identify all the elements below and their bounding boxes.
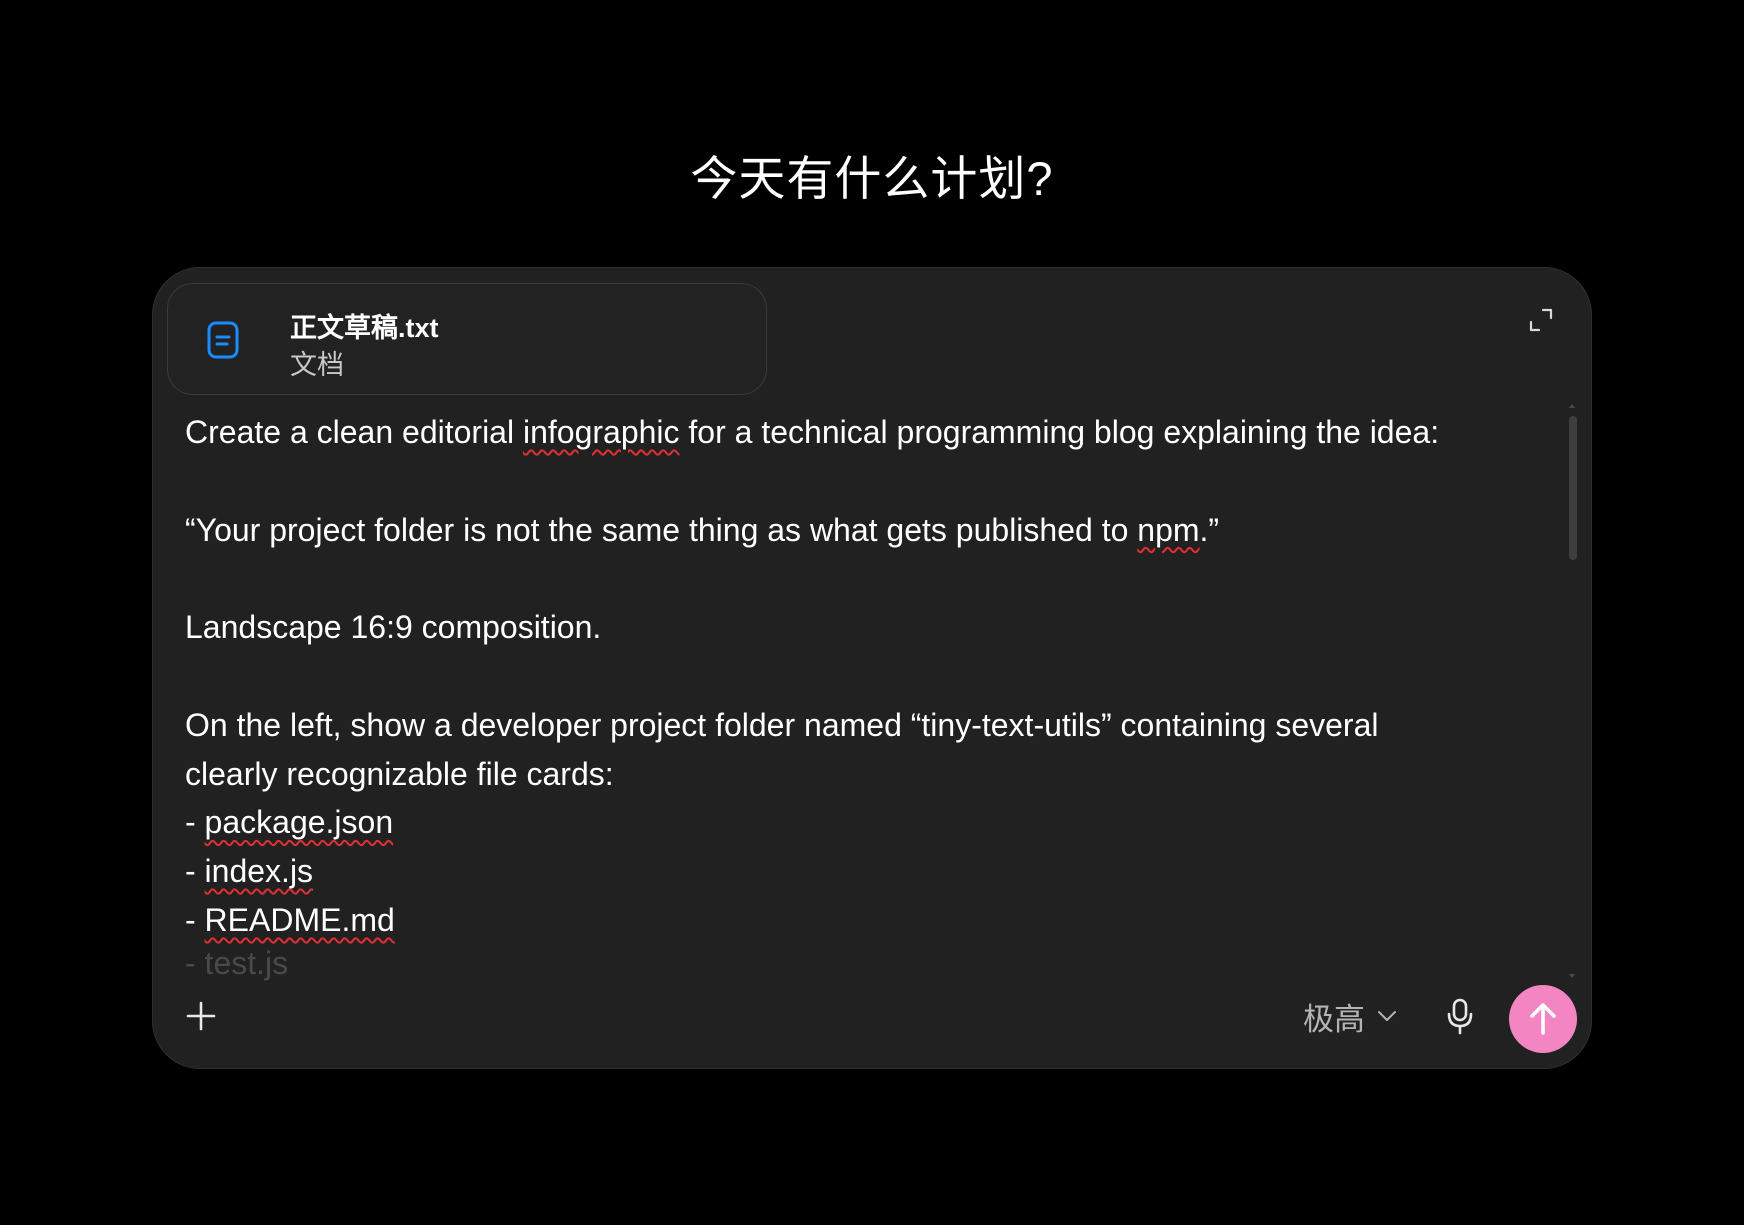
textarea-scrollbar[interactable] [1567, 404, 1577, 978]
prompt-line-text: Create a clean editorial infographic for… [185, 414, 1440, 450]
expand-icon[interactable] [1527, 306, 1555, 334]
prompt-line: Landscape 16:9 composition. [185, 603, 1515, 652]
prompt-line: On the left, show a developer project fo… [185, 701, 1515, 750]
prompt-textarea[interactable]: Create a clean editorial infographic for… [185, 408, 1515, 988]
prompt-line: Create a clean editorial infographic for… [185, 408, 1515, 457]
prompt-line-text: On the left, show a developer project fo… [185, 706, 1379, 743]
prompt-line-text: Landscape 16:9 composition. [185, 609, 602, 646]
prompt-line-blank [185, 457, 1515, 506]
arrow-up-icon [1530, 1003, 1556, 1035]
send-button[interactable] [1509, 985, 1577, 1053]
prompt-line: “Your project folder is not the same thi… [185, 506, 1515, 555]
attachment-card[interactable]: 正文草稿.txt 文档 [167, 283, 767, 395]
prompt-line-text: “Your project folder is not the same thi… [185, 511, 1220, 548]
prompt-line-text: - README.md [185, 901, 395, 938]
prompt-line-blank [185, 554, 1515, 603]
prompt-line-text: - package.json [185, 804, 394, 841]
page-headline: 今天有什么计划? [690, 152, 1054, 205]
prompt-line: - README.md [185, 896, 1515, 945]
prompt-line-blank [185, 652, 1515, 701]
chevron-down-icon [1378, 1011, 1396, 1021]
prompt-line: clearly recognizable file cards: [185, 750, 1515, 799]
model-selector[interactable]: 极高 [1303, 996, 1397, 1037]
prompt-line-text: clearly recognizable file cards: [185, 755, 614, 792]
prompt-line: - index.js [185, 847, 1515, 896]
prompt-line: - package.json [185, 798, 1515, 847]
prompt-line-text: - index.js [185, 853, 314, 890]
composer: 正文草稿.txt 文档 Create a clean editorial inf… [152, 267, 1592, 1069]
scrollbar-thumb[interactable] [1569, 416, 1577, 560]
prompt-line-partial: - test.js [185, 944, 289, 981]
attachment-file-name: 正文草稿.txt [290, 313, 439, 343]
model-selector-label: 极高 [1303, 1001, 1365, 1037]
document-icon [207, 321, 239, 359]
microphone-icon[interactable] [1445, 998, 1475, 1036]
scroll-down-arrow-icon[interactable] [1569, 974, 1575, 978]
plus-icon[interactable] [185, 1000, 217, 1032]
attachment-file-type: 文档 [290, 350, 344, 380]
scroll-up-arrow-icon[interactable] [1569, 404, 1575, 408]
